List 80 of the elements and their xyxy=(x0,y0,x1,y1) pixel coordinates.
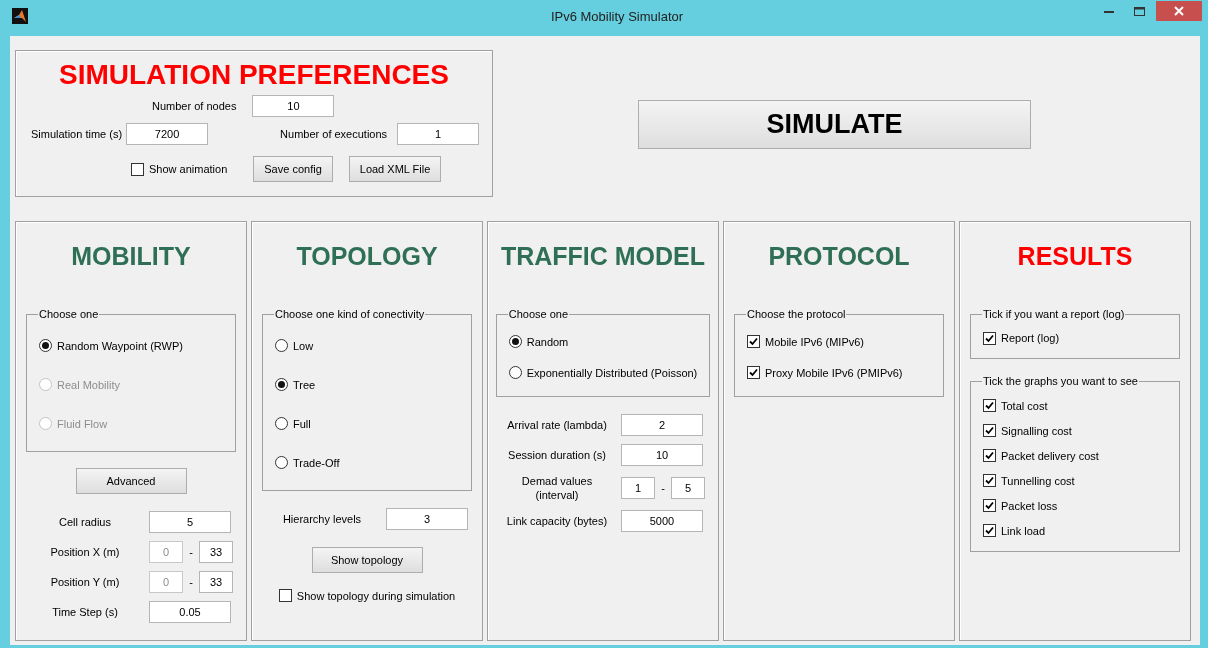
input-field[interactable]: 3 xyxy=(386,508,468,530)
input-field[interactable]: 1 xyxy=(621,477,655,499)
close-button[interactable] xyxy=(1156,1,1202,21)
input-field[interactable]: 10 xyxy=(252,95,335,117)
field-label: Time Step (s) xyxy=(51,604,119,620)
dash-text: - xyxy=(188,546,194,558)
checkbox-option[interactable]: Packet loss xyxy=(983,499,1058,512)
checkbox[interactable] xyxy=(983,424,996,437)
toolbar-button[interactable]: Load XML File xyxy=(348,156,442,182)
dash-text: - xyxy=(660,482,666,494)
input-field[interactable]: 33 xyxy=(199,571,233,593)
field-label: Link capacity (bytes) xyxy=(505,513,609,529)
group-legend: Tick if you want a report (log) xyxy=(982,308,1126,320)
field-label: Position X (m) xyxy=(49,544,121,560)
input-field[interactable]: 5 xyxy=(149,511,231,533)
radio-option[interactable]: Full xyxy=(275,417,311,430)
field-label: Hierarchy levels xyxy=(281,511,363,527)
window-title: IPv6 Mobility Simulator xyxy=(549,8,685,24)
input-field[interactable]: 5000 xyxy=(621,510,703,532)
panel-title: PROTOCOL xyxy=(768,242,910,272)
checkbox-option[interactable]: Mobile IPv6 (MIPv6) xyxy=(747,335,865,348)
checkbox[interactable] xyxy=(983,499,996,512)
group-legend: Choose one xyxy=(507,308,570,320)
checkbox-option[interactable]: Show animation xyxy=(131,162,228,176)
input-field[interactable]: 0.05 xyxy=(149,601,231,623)
input-field[interactable]: 5 xyxy=(671,477,705,499)
group-legend: Choose one kind of conectivity xyxy=(274,308,426,320)
checkbox[interactable] xyxy=(983,449,996,462)
field-label: Position Y (m) xyxy=(49,574,121,590)
maximize-icon xyxy=(1133,6,1145,16)
app-logo-icon xyxy=(12,8,28,24)
input-field[interactable]: 2 xyxy=(621,414,703,436)
checkbox[interactable] xyxy=(747,366,760,379)
radio-option[interactable]: Trade-Off xyxy=(275,456,340,469)
checkbox-option[interactable]: Show topology during simulation xyxy=(278,589,456,602)
checkbox-option[interactable]: Packet delivery cost xyxy=(983,449,1099,462)
checkbox[interactable] xyxy=(131,162,144,176)
checkbox[interactable] xyxy=(983,331,996,345)
panel-button[interactable]: Show topology xyxy=(311,547,423,573)
checkbox-option[interactable]: Link load xyxy=(983,524,1046,537)
checkbox[interactable] xyxy=(983,399,996,412)
field-label: Demad values (interval) xyxy=(520,473,594,503)
field-label: Number of executions xyxy=(280,126,388,142)
panel-title: TOPOLOGY xyxy=(296,242,438,272)
panel-title: RESULTS xyxy=(1017,242,1133,272)
input-field[interactable]: 1 xyxy=(397,123,480,145)
input-field[interactable]: 7200 xyxy=(126,123,209,145)
checkbox[interactable] xyxy=(278,589,292,602)
field-label: Session duration (s) xyxy=(507,447,607,463)
minimize-icon xyxy=(1104,9,1114,13)
panel-title: TRAFFIC MODEL xyxy=(500,242,706,272)
checkbox-option[interactable]: Report (log) xyxy=(983,331,1060,345)
close-icon xyxy=(1174,6,1184,16)
field-label: Number of nodes xyxy=(152,98,237,114)
radio-option[interactable]: Tree xyxy=(275,378,316,391)
group-legend: Choose one xyxy=(38,308,100,320)
checkbox[interactable] xyxy=(983,524,996,537)
input-field[interactable]: 10 xyxy=(621,444,703,466)
panel-button[interactable]: Advanced xyxy=(75,468,187,494)
field-label: Simulation time (s) xyxy=(31,126,123,142)
radio-option[interactable]: Low xyxy=(275,339,314,352)
checkbox-option[interactable]: Tunnelling cost xyxy=(983,474,1075,487)
checkbox[interactable] xyxy=(983,474,996,487)
radio-option[interactable]: Random xyxy=(508,335,569,348)
group-legend: Choose the protocol xyxy=(746,308,847,320)
radio-option[interactable]: Exponentially Distributed (Poisson) xyxy=(508,366,698,379)
checkbox-option[interactable]: Signalling cost xyxy=(983,424,1072,437)
checkbox-option[interactable]: Total cost xyxy=(983,399,1048,412)
field-label: Arrival rate (lambda) xyxy=(506,417,608,433)
simulate-button[interactable]: SIMULATE xyxy=(638,100,1031,149)
toolbar-button[interactable]: Save config xyxy=(253,156,333,182)
group-legend: Tick the graphs you want to see xyxy=(982,375,1139,387)
radio-option[interactable]: Random Waypoint (RWP) xyxy=(39,339,183,352)
panel-title: SIMULATION PREFERENCES xyxy=(58,59,450,92)
checkbox-option[interactable]: Proxy Mobile IPv6 (PMIPv6) xyxy=(747,366,903,379)
field-label: Cell radius xyxy=(58,514,112,530)
panel-title: MOBILITY xyxy=(71,242,191,272)
checkbox[interactable] xyxy=(747,335,760,348)
dash-text: - xyxy=(188,576,194,588)
input-field[interactable]: 33 xyxy=(199,541,233,563)
